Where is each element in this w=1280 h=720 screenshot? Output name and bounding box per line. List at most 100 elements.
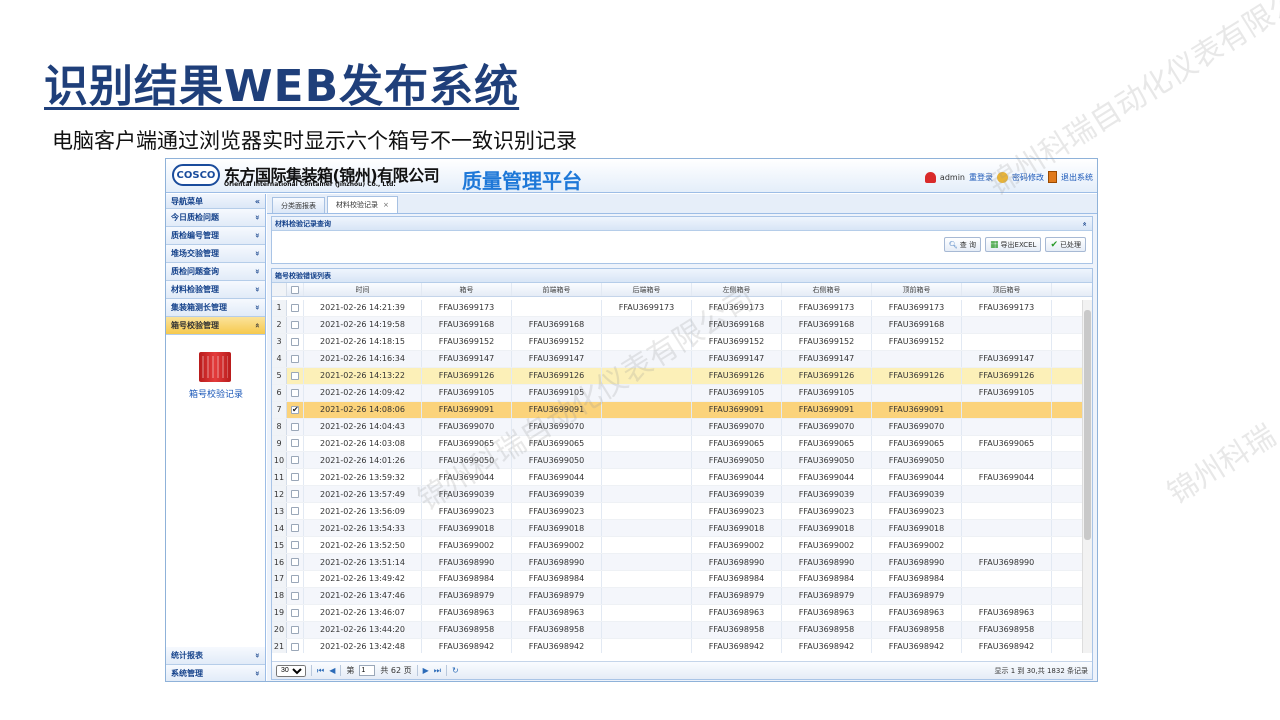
row-checkbox[interactable] (291, 388, 299, 397)
page-size-select[interactable]: 30 (276, 664, 306, 677)
table-row[interactable]: 18 2021-02-26 13:47:46 FFAU3698979 FFAU369… (272, 587, 1082, 605)
row-checkbox[interactable] (291, 608, 299, 617)
cell-top (872, 384, 962, 401)
header-time[interactable]: 时间 (304, 283, 422, 296)
close-icon[interactable]: × (383, 201, 389, 209)
table-row[interactable]: 13 2021-02-26 13:56:09 FFAU3699023 FFAU369… (272, 503, 1082, 521)
row-checkbox[interactable] (291, 642, 299, 651)
table-row[interactable]: 15 2021-02-26 13:52:50 FFAU3699002 FFAU369… (272, 537, 1082, 555)
row-checkbox[interactable] (291, 507, 299, 516)
row-checkbox[interactable] (291, 625, 299, 634)
sidebar-item-label: 质检问题查询 (171, 267, 219, 276)
relogin-link[interactable]: 重登录 (969, 172, 993, 183)
row-checkbox[interactable] (291, 574, 299, 583)
cell-time: 2021-02-26 13:51:14 (304, 554, 422, 570)
collapse-up-icon[interactable]: « (1081, 221, 1089, 226)
cell-top: FFAU3698958 (872, 621, 962, 638)
row-checkbox[interactable] (291, 320, 299, 329)
table-row[interactable]: 21 2021-02-26 13:42:48 FFAU3698942 FFAU369… (272, 638, 1082, 653)
table-row[interactable]: 6 2021-02-26 14:09:42 FFAU3699105 FFAU3699… (272, 384, 1082, 402)
scrollbar-thumb[interactable] (1084, 310, 1091, 540)
cell-left: FFAU3699023 (692, 503, 782, 520)
row-checkbox[interactable] (291, 558, 299, 567)
header-rear-no[interactable]: 后端箱号 (602, 283, 692, 296)
table-row[interactable]: 16 2021-02-26 13:51:14 FFAU3698990 FFAU369… (272, 554, 1082, 571)
cell-front: FFAU3699126 (512, 367, 602, 384)
container-check-record-link[interactable]: 箱号校验记录 (166, 387, 266, 400)
cell-left: FFAU3699152 (692, 333, 782, 350)
row-checkbox[interactable] (291, 337, 299, 346)
tab-category-report[interactable]: 分类面报表 (272, 197, 325, 213)
row-number: 14 (272, 520, 287, 537)
expand-icon: » (252, 670, 262, 677)
table-row[interactable]: 12 2021-02-26 13:57:49 FFAU3699039 FFAU369… (272, 486, 1082, 504)
table-row[interactable]: 10 2021-02-26 14:01:26 FFAU3699050 FFAU369… (272, 452, 1082, 470)
cell-rear (602, 621, 692, 638)
vertical-scrollbar[interactable] (1082, 300, 1092, 653)
row-checkbox[interactable] (291, 490, 299, 499)
tab-material-check[interactable]: 材料校验记录 × (327, 196, 398, 213)
cell-topr (962, 452, 1052, 469)
header-container-no[interactable]: 箱号 (422, 283, 512, 296)
query-button[interactable]: 🔍︎ 查 询 (943, 237, 982, 252)
table-row[interactable]: 20 2021-02-26 13:44:20 FFAU3698958 FFAU369… (272, 621, 1082, 639)
row-number: 9 (272, 435, 287, 452)
container-icon[interactable] (199, 352, 231, 382)
sidebar-item[interactable]: 集装箱测长管理 » (166, 299, 265, 317)
table-row[interactable]: 2 2021-02-26 14:19:58 FFAU3699168 FFAU3699… (272, 316, 1082, 334)
header-top-rear-no[interactable]: 顶后箱号 (962, 283, 1052, 296)
sidebar-item[interactable]: 系统管理 » (166, 665, 265, 681)
row-checkbox-cell (287, 384, 304, 401)
header-front-no[interactable]: 前端箱号 (512, 283, 602, 296)
processed-button[interactable]: ✔ 已处理 (1045, 237, 1086, 252)
sidebar-item[interactable]: 质检问题查询 » (166, 263, 265, 281)
change-password-link[interactable]: 密码修改 (1012, 172, 1044, 183)
row-checkbox[interactable] (291, 541, 299, 550)
table-row[interactable]: 9 2021-02-26 14:03:08 FFAU3699065 FFAU3699… (272, 435, 1082, 453)
table-row[interactable]: 4 2021-02-26 14:16:34 FFAU3699147 FFAU3699… (272, 350, 1082, 368)
first-page-icon[interactable]: ⏮︎ (317, 666, 324, 676)
grid-title: 箱号校验错误列表 (272, 269, 1092, 283)
sidebar-item[interactable]: 质检编号管理 » (166, 227, 265, 245)
cell-topr (962, 587, 1052, 604)
sidebar-item[interactable]: 堆场交验管理 » (166, 245, 265, 263)
row-checkbox[interactable]: ✔ (291, 405, 299, 414)
table-row[interactable]: 14 2021-02-26 13:54:33 FFAU3699018 FFAU369… (272, 520, 1082, 538)
sidebar-item[interactable]: 统计报表 » (166, 647, 265, 665)
page-number-input[interactable] (359, 665, 376, 676)
row-checkbox[interactable] (291, 524, 299, 533)
export-excel-button[interactable]: ▦ 导出EXCEL (985, 237, 1042, 252)
table-row[interactable]: 17 2021-02-26 13:49:42 FFAU3698984 FFAU369… (272, 571, 1082, 588)
table-row[interactable]: 19 2021-02-26 13:46:07 FFAU3698963 FFAU369… (272, 604, 1082, 622)
row-checkbox[interactable] (291, 371, 299, 380)
table-row[interactable]: 11 2021-02-26 13:59:32 FFAU3699044 FFAU369… (272, 469, 1082, 487)
table-row[interactable]: 1 2021-02-26 14:21:39 FFAU3699173 FFAU3699… (272, 300, 1082, 317)
header-top-front-no[interactable]: 顶前箱号 (872, 283, 962, 296)
last-page-icon[interactable]: ⏭︎ (434, 666, 441, 676)
table-row[interactable]: 7 ✔ 2021-02-26 14:08:06 FFAU3699091 FFAU369… (272, 401, 1082, 419)
query-button-label: 查 询 (959, 240, 977, 249)
row-checkbox[interactable] (291, 439, 299, 448)
select-all-checkbox[interactable] (291, 285, 299, 294)
sidebar-item[interactable]: 箱号校验管理 « (166, 317, 265, 335)
table-row[interactable]: 5 2021-02-26 14:13:22 FFAU3699126 FFAU3699… (272, 367, 1082, 385)
row-checkbox[interactable] (291, 591, 299, 600)
table-row[interactable]: 3 2021-02-26 14:18:15 FFAU3699152 FFAU3699… (272, 333, 1082, 351)
prev-page-icon[interactable]: ◀︎ (329, 666, 335, 675)
row-checkbox[interactable] (291, 354, 299, 363)
collapse-icon[interactable]: « (255, 197, 260, 206)
refresh-icon[interactable]: ↻ (452, 666, 459, 675)
sidebar-item[interactable]: 今日质检问题 » (166, 209, 265, 227)
logout-link[interactable]: 退出系统 (1061, 172, 1093, 183)
next-page-icon[interactable]: ▶︎ (423, 666, 429, 675)
sidebar-item[interactable]: 材料检验管理 » (166, 281, 265, 299)
cell-right: FFAU3699147 (782, 350, 872, 367)
header-left-no[interactable]: 左侧箱号 (692, 283, 782, 296)
browser-app-window: COSCO 东方国际集装箱(锦州)有限公司 Oriental Internati… (165, 158, 1098, 682)
header-right-no[interactable]: 右侧箱号 (782, 283, 872, 296)
row-checkbox[interactable] (291, 473, 299, 482)
row-checkbox[interactable] (291, 456, 299, 465)
row-checkbox[interactable] (291, 422, 299, 431)
table-row[interactable]: 8 2021-02-26 14:04:43 FFAU3699070 FFAU3699… (272, 418, 1082, 436)
row-checkbox[interactable] (291, 303, 299, 312)
